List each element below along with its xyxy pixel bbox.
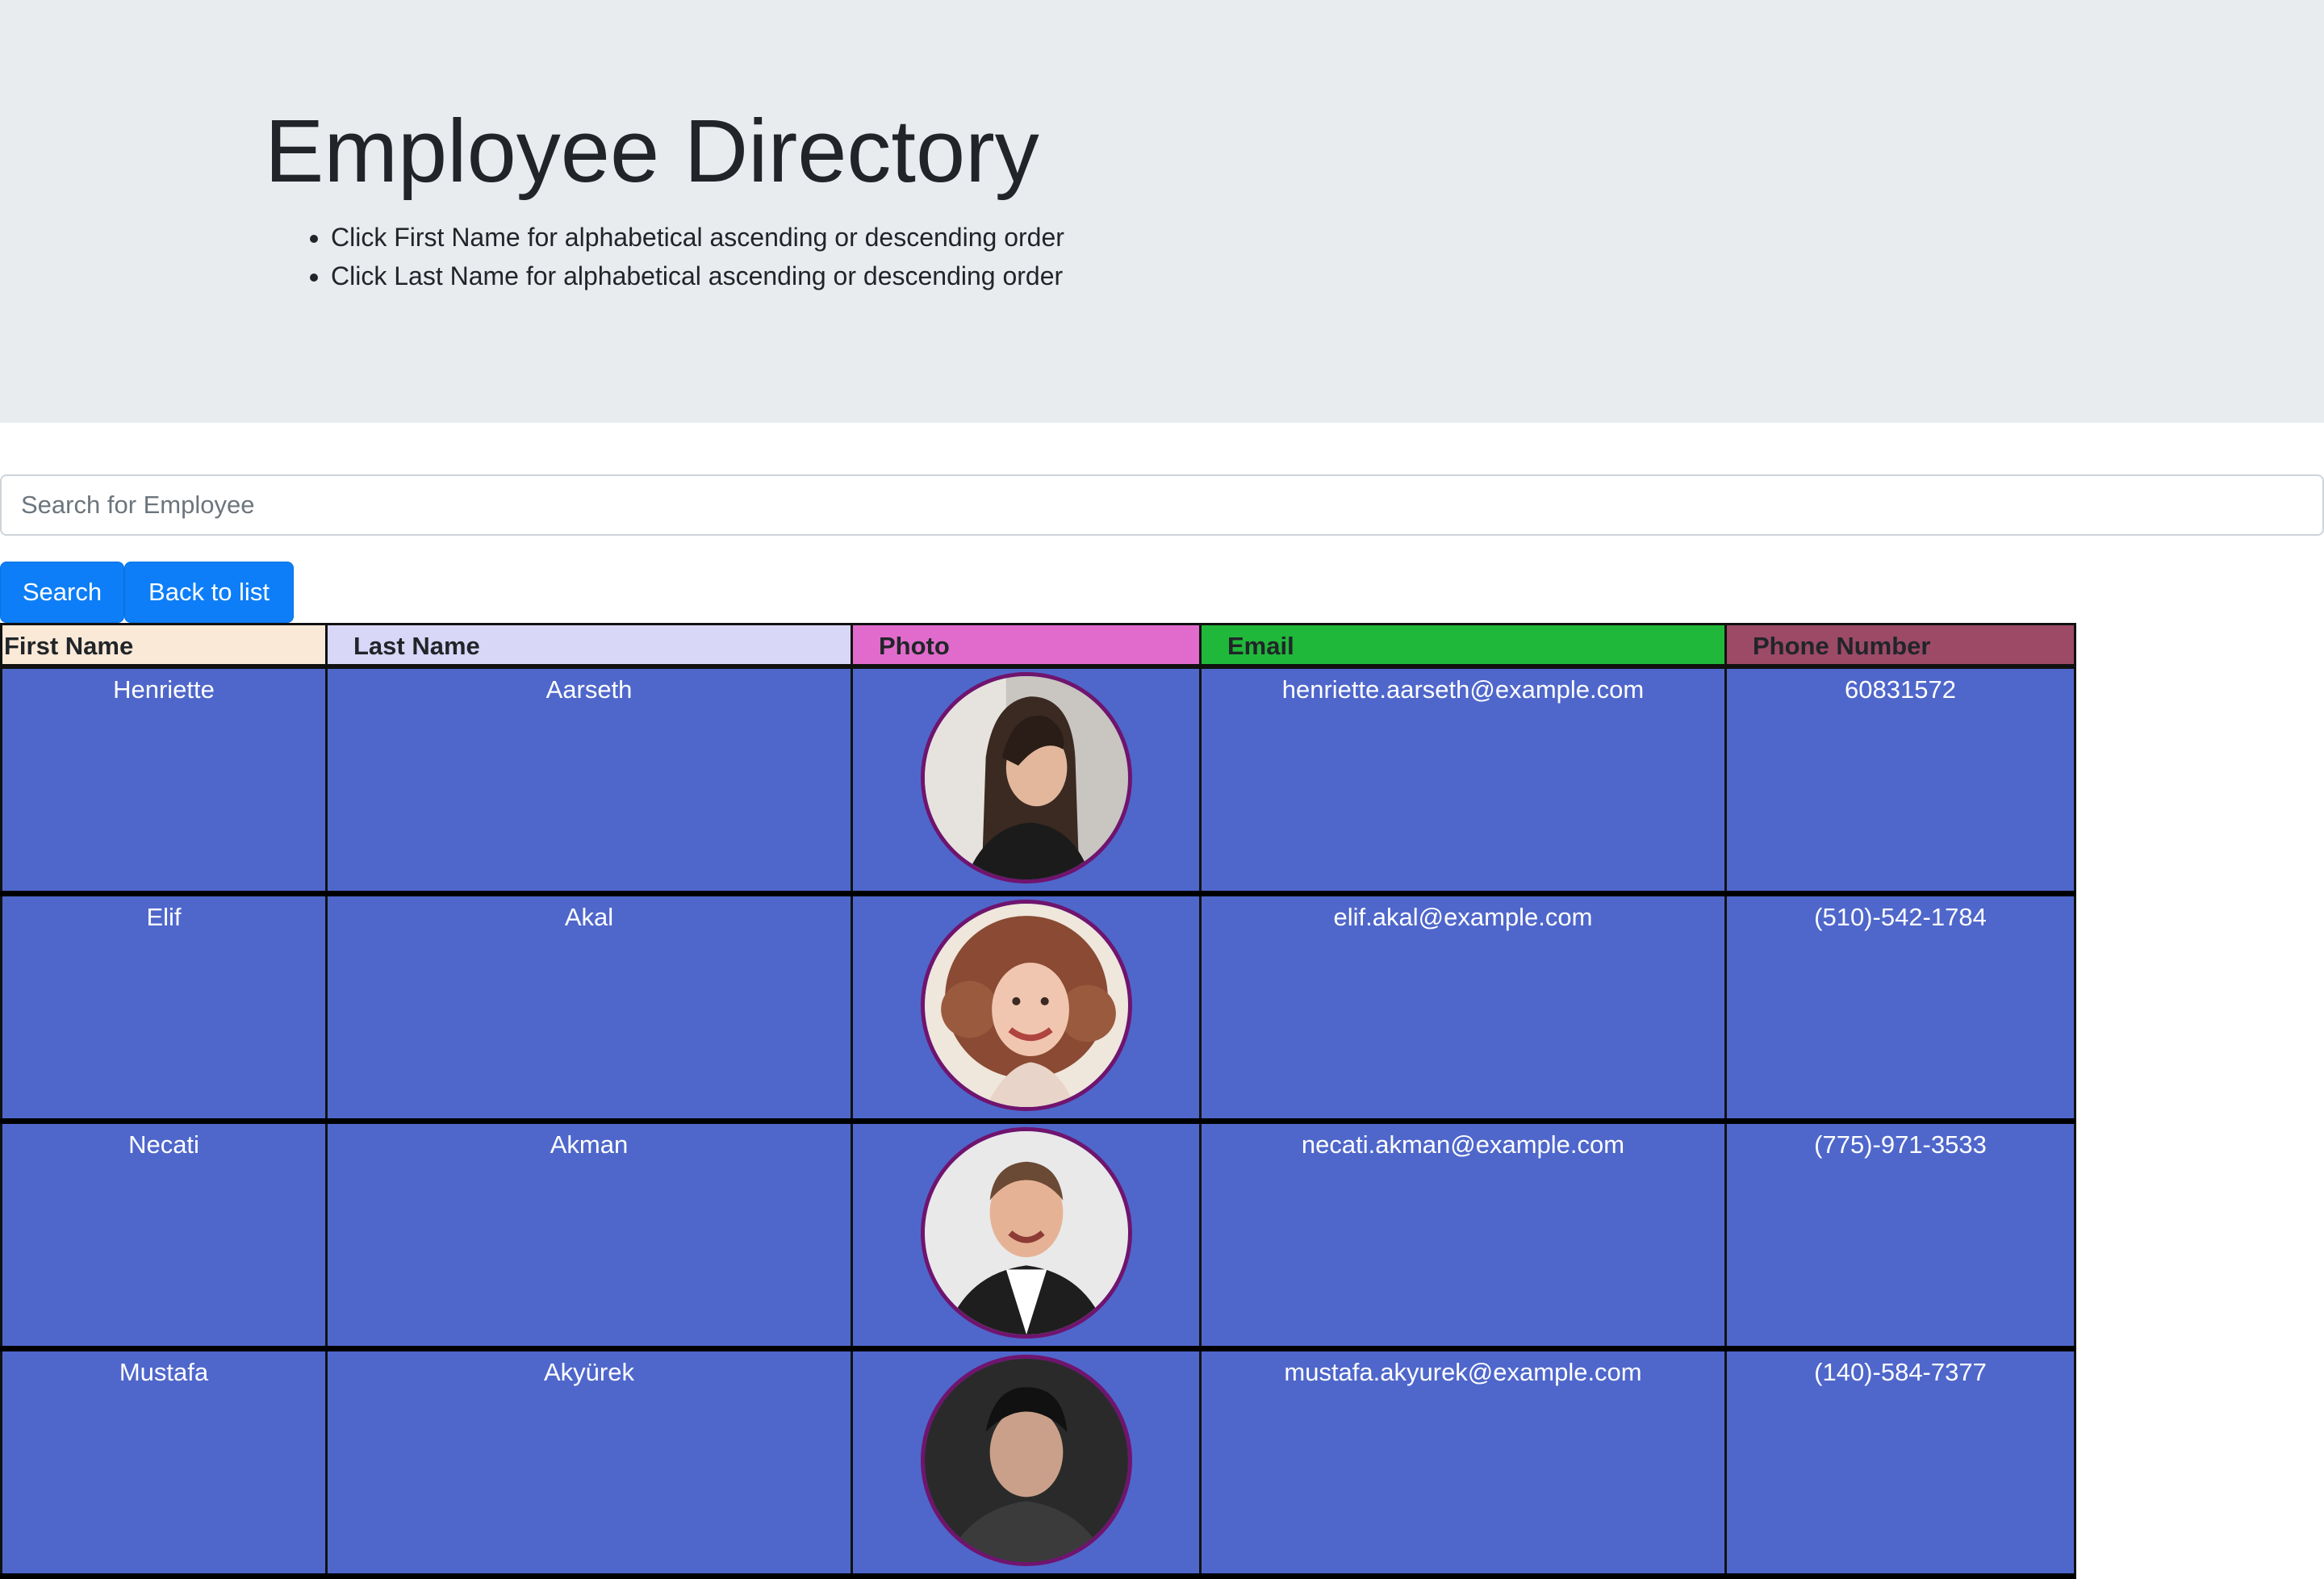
cell-phone: (775)-971-3533: [1724, 1121, 2076, 1351]
portrait-woman-dark-hair-icon: [920, 671, 1132, 883]
column-header-last-name[interactable]: Last Name: [325, 623, 853, 669]
table-header-row: First Name Last Name Photo Email Phone N…: [0, 623, 2076, 669]
instruction-item: Click Last Name for alphabetical ascendi…: [331, 257, 1064, 295]
cell-email: mustafa.akyurek@example.com: [1199, 1348, 1727, 1579]
cell-photo: [851, 666, 1202, 896]
column-header-phone: Phone Number: [1724, 623, 2076, 669]
back-to-list-button[interactable]: Back to list: [124, 562, 294, 623]
portrait-man-short-hair-icon: [920, 1126, 1132, 1339]
cell-last-name: Akyürek: [325, 1348, 853, 1579]
table-row: Mustafa Akyürek mustafa.akyurek@example.…: [0, 1348, 2076, 1579]
search-input[interactable]: [0, 474, 2324, 536]
cell-photo: [851, 893, 1202, 1124]
cell-phone: 60831572: [1724, 666, 2076, 896]
cell-phone: (140)-584-7377: [1724, 1348, 2076, 1579]
cell-first-name: Henriette: [0, 666, 328, 896]
cell-photo: [851, 1121, 1202, 1351]
table-row: Elif Akal elif.akal@example.com (510)-54…: [0, 893, 2076, 1124]
column-header-email: Email: [1199, 623, 1727, 669]
instruction-item: Click First Name for alphabetical ascend…: [331, 218, 1064, 257]
header-jumbotron: Employee Directory Click First Name for …: [0, 0, 2324, 423]
cell-photo: [851, 1348, 1202, 1579]
column-header-photo: Photo: [851, 623, 1202, 669]
cell-first-name: Necati: [0, 1121, 328, 1351]
cell-last-name: Akal: [325, 893, 853, 1124]
cell-email: henriette.aarseth@example.com: [1199, 666, 1727, 896]
table-row: Henriette Aarseth henriette.aarseth@exam…: [0, 666, 2076, 896]
instructions-list: Click First Name for alphabetical ascend…: [300, 218, 1064, 295]
cell-last-name: Akman: [325, 1121, 853, 1351]
portrait-woman-curly-hair-icon: [920, 899, 1132, 1111]
page-title: Employee Directory: [265, 102, 1039, 201]
cell-first-name: Elif: [0, 893, 328, 1124]
search-button[interactable]: Search: [0, 562, 124, 623]
table-row: Necati Akman necati.akman@example.com (7…: [0, 1121, 2076, 1351]
employee-table: First Name Last Name Photo Email Phone N…: [0, 623, 2076, 1579]
cell-last-name: Aarseth: [325, 666, 853, 896]
column-header-first-name[interactable]: First Name: [0, 623, 328, 669]
cell-phone: (510)-542-1784: [1724, 893, 2076, 1124]
cell-email: necati.akman@example.com: [1199, 1121, 1727, 1351]
cell-email: elif.akal@example.com: [1199, 893, 1727, 1124]
cell-first-name: Mustafa: [0, 1348, 328, 1579]
portrait-man-icon: [920, 1354, 1132, 1566]
